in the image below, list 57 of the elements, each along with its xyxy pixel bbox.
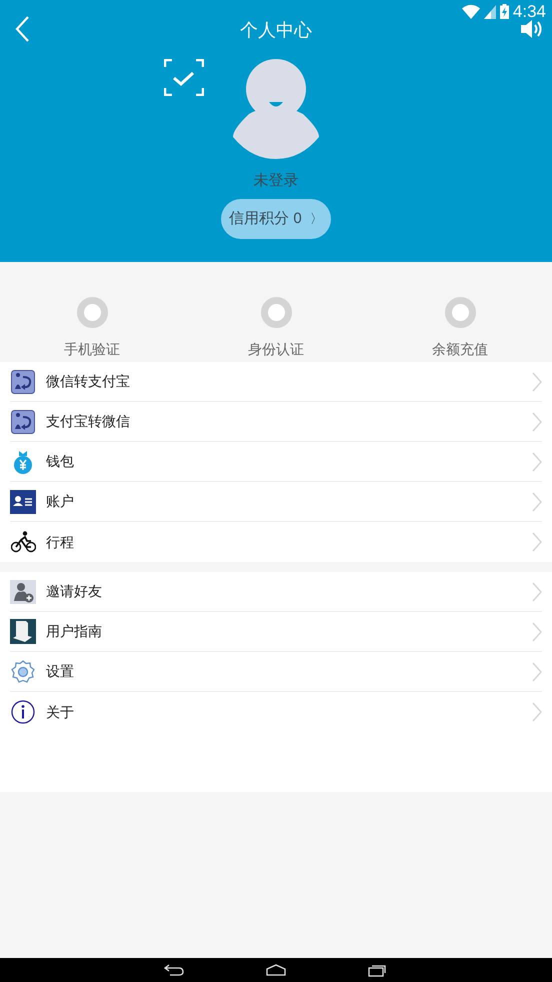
- verification-label[interactable]: 手机验证: [64, 342, 120, 356]
- menu-item[interactable]: 钱包: [10, 442, 542, 482]
- wifi-icon: [462, 4, 480, 19]
- bicycle-icon: [10, 531, 36, 553]
- speaker-icon: [520, 19, 544, 39]
- verification-label[interactable]: 身份认证: [248, 342, 304, 356]
- recents-nav-icon[interactable]: [368, 965, 386, 977]
- menu-label: 钱包: [46, 452, 75, 471]
- menu-label: 邀请好友: [46, 582, 103, 601]
- money-bag-icon: [11, 450, 35, 474]
- avatar-icon: [231, 59, 321, 159]
- menu-item[interactable]: 邀请好友: [10, 572, 542, 612]
- id-card-icon: [10, 490, 36, 514]
- back-nav-icon[interactable]: [164, 964, 184, 976]
- menu-item[interactable]: 行程: [10, 522, 542, 562]
- status-circle-icon: [76, 297, 108, 328]
- chevron-icon: [532, 532, 542, 552]
- menu-item[interactable]: 微信转支付宝: [10, 362, 542, 402]
- menu-label: 账户: [46, 492, 75, 511]
- menu-label: 设置: [46, 662, 75, 681]
- scan-check-icon: [164, 58, 204, 96]
- transfer-icon: [11, 410, 35, 434]
- credit-score-button[interactable]: 信用积分 0 〉: [221, 199, 331, 239]
- menu-item[interactable]: 关于: [10, 692, 542, 732]
- info-icon: [11, 700, 35, 724]
- chevron-icon: [532, 412, 542, 432]
- chevron-icon: [532, 662, 542, 682]
- page-title: 个人中心: [239, 19, 313, 42]
- menu-label: 行程: [46, 532, 75, 552]
- gear-icon: [11, 660, 35, 684]
- status-circle-icon: [260, 297, 292, 328]
- chevron-icon: [532, 492, 542, 512]
- chevron-icon: [532, 622, 542, 642]
- chevron-icon: [532, 372, 542, 392]
- menu-item[interactable]: 支付宝转微信: [10, 402, 542, 442]
- menu-label: 支付宝转微信: [46, 412, 131, 431]
- chevron-icon: [532, 702, 542, 722]
- signal-icon: [484, 4, 496, 18]
- menu-label: 用户指南: [46, 622, 103, 641]
- chevron-icon: [532, 452, 542, 472]
- status-time: 4:34: [512, 3, 546, 20]
- status-circle-icon: [444, 297, 476, 328]
- transfer-icon: [11, 370, 35, 394]
- battery-icon: [500, 4, 509, 19]
- scan-button[interactable]: [164, 58, 204, 96]
- book-icon: [10, 619, 36, 644]
- menu-item[interactable]: 账户: [10, 482, 542, 522]
- chevron-icon: [532, 582, 542, 602]
- add-person-icon: [10, 580, 36, 604]
- menu-label: 关于: [46, 702, 75, 722]
- login-status: 未登录: [252, 171, 300, 191]
- menu-label: 微信转支付宝: [46, 372, 131, 391]
- menu-item[interactable]: 用户指南: [10, 612, 542, 652]
- back-icon: [15, 16, 29, 42]
- menu-item[interactable]: 设置: [10, 652, 542, 692]
- home-nav-icon[interactable]: [266, 964, 286, 976]
- verification-label[interactable]: 余额充值: [432, 342, 488, 356]
